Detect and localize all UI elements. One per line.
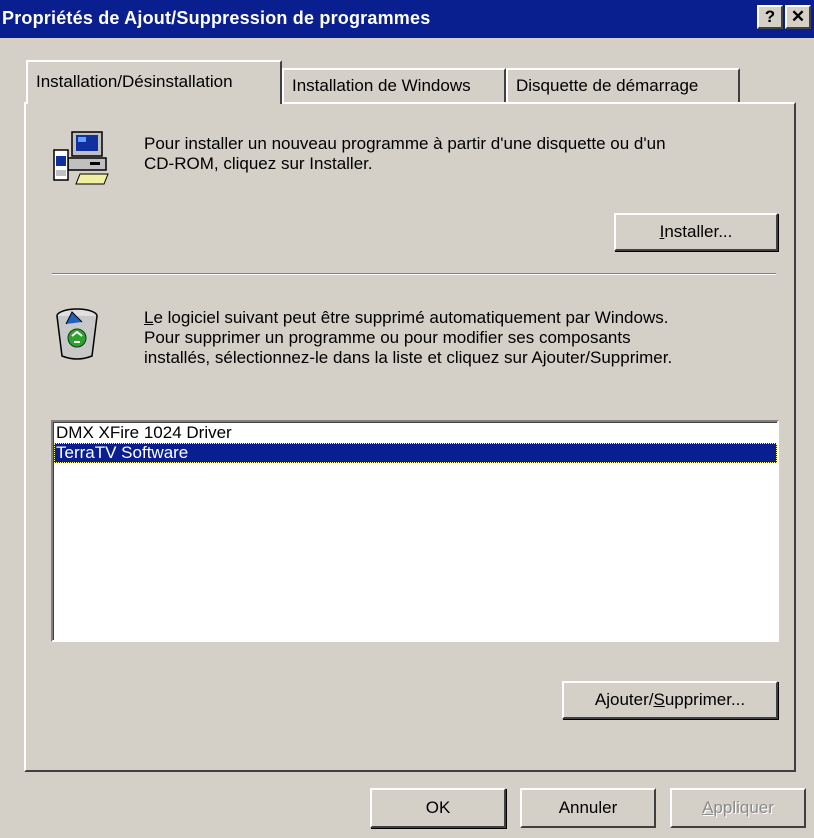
- tab-label: Disquette de démarrage: [516, 76, 699, 95]
- apply-label: ppliquer: [713, 798, 774, 817]
- tab-label: Installation/Désinstallation: [36, 72, 233, 91]
- section-divider: [52, 273, 776, 275]
- tab-label: Installation de Windows: [292, 76, 471, 95]
- ok-button[interactable]: OK: [370, 788, 506, 828]
- apply-accel: A: [702, 798, 714, 817]
- install-text-line1: Pour installer un nouveau programme à pa…: [144, 134, 666, 153]
- window-title: Propriétés de Ajout/Suppression de progr…: [2, 8, 431, 28]
- add-remove-button[interactable]: Ajouter/Supprimer...: [562, 681, 778, 719]
- program-list[interactable]: DMX XFire 1024 Driver TerraTV Software: [51, 420, 779, 642]
- program-list-items: DMX XFire 1024 Driver TerraTV Software: [53, 422, 777, 640]
- tab-installation-desinstallation[interactable]: Installation/Désinstallation: [26, 60, 282, 104]
- install-instructions: Pour installer un nouveau programme à pa…: [144, 134, 666, 174]
- properties-dialog: Propriétés de Ajout/Suppression de progr…: [0, 0, 814, 838]
- uninstall-text-line2: Pour supprimer un programme ou pour modi…: [144, 328, 631, 347]
- install-text-line2: CD-ROM, cliquez sur Installer.: [144, 154, 373, 173]
- uninstall-instructions: Le logiciel suivant peut être supprimé a…: [144, 308, 672, 368]
- apply-button[interactable]: Appliquer: [670, 788, 806, 828]
- add-remove-label-rest: upprimer...: [664, 690, 746, 709]
- tab-disquette-demarrage[interactable]: Disquette de démarrage: [506, 68, 740, 102]
- install-button-label: nstaller...: [664, 222, 733, 241]
- ok-label: OK: [425, 798, 451, 817]
- computer-install-icon: [53, 131, 109, 185]
- uninstall-text-line1: e logiciel suivant peut être supprimé au…: [153, 308, 669, 327]
- install-button[interactable]: Installer...: [614, 213, 778, 251]
- help-button[interactable]: ?: [757, 5, 783, 29]
- recycle-bin-icon: [56, 308, 98, 360]
- title-bar[interactable]: Propriétés de Ajout/Suppression de progr…: [0, 0, 814, 38]
- cancel-label: Annuler: [558, 798, 618, 817]
- tab-installation-windows[interactable]: Installation de Windows: [282, 68, 506, 102]
- close-button[interactable]: ✕: [785, 5, 811, 29]
- list-item[interactable]: DMX XFire 1024 Driver: [54, 423, 777, 443]
- cancel-button[interactable]: Annuler: [520, 788, 656, 828]
- list-item-selected[interactable]: TerraTV Software: [54, 443, 777, 463]
- add-remove-accel: S: [653, 690, 665, 709]
- add-remove-label-pre: Ajouter/: [594, 690, 654, 709]
- uninstall-text-line3: installés, sélectionnez-le dans la liste…: [144, 348, 673, 367]
